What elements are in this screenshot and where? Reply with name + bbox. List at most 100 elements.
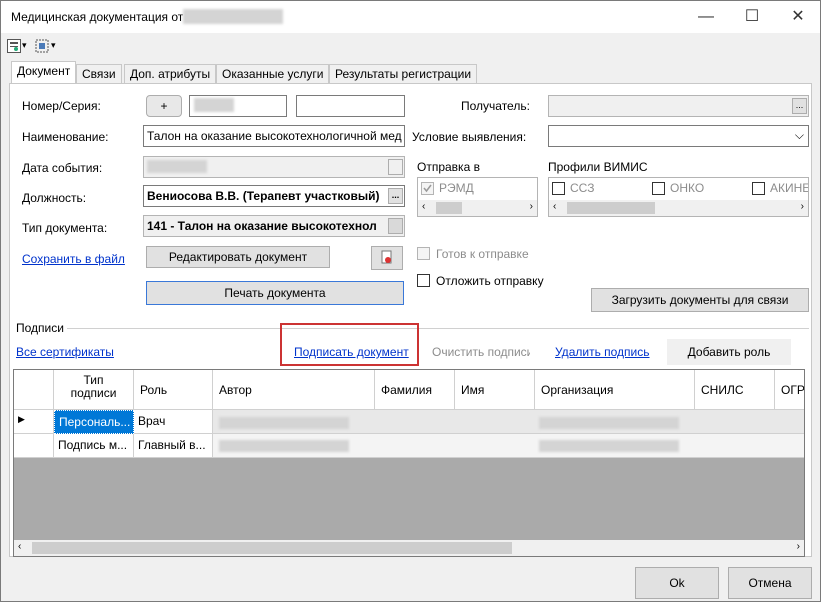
column-header[interactable]: Тип подписи	[54, 370, 134, 410]
akine-label: АКИНЕ	[770, 181, 809, 195]
maximize-button[interactable]: ☐	[729, 1, 775, 33]
tab-extra-attributes[interactable]: Доп. атрибуты	[124, 64, 217, 83]
ready-checkbox	[417, 247, 430, 260]
scroll-right-icon[interactable]: ›	[797, 541, 800, 552]
column-header[interactable]: ОГР	[775, 370, 804, 410]
delete-signature-link[interactable]: Удалить подпись	[555, 345, 650, 359]
event-date-label: Дата события:	[22, 161, 103, 175]
condition-label: Условие выявления:	[412, 130, 527, 144]
chevron-down-icon[interactable]: ▾	[22, 40, 27, 51]
toolbar: ▾ ▾	[1, 33, 820, 61]
redacted-org	[539, 440, 679, 452]
print-document-button[interactable]: Печать документа	[146, 281, 404, 305]
vimis-label: Профили ВИМИС	[548, 160, 648, 174]
send-to-scrollbar[interactable]: ‹ ›	[418, 200, 537, 216]
send-to-label: Отправка в	[417, 160, 480, 174]
minimize-button[interactable]: —	[683, 1, 729, 33]
tab-services[interactable]: Оказанные услуги	[216, 64, 330, 83]
column-header[interactable]: СНИЛС	[695, 370, 775, 410]
chevron-down-icon: ⌵	[794, 128, 804, 142]
position-label: Должность:	[22, 191, 87, 205]
signatures-label: Подписи	[16, 321, 64, 335]
row-header[interactable]	[14, 434, 54, 458]
position-value: Вениосова В.В. (Терапевт участковый)	[147, 189, 380, 203]
scroll-left-icon[interactable]: ‹	[553, 201, 556, 212]
ok-button[interactable]: Ok	[635, 567, 719, 599]
tab-links[interactable]: Связи	[76, 64, 122, 83]
scroll-thumb[interactable]	[567, 202, 655, 214]
column-header[interactable]: Фамилия	[375, 370, 455, 410]
add-number-button[interactable]: +	[146, 95, 182, 117]
table-cell[interactable]: Врач	[134, 410, 213, 434]
column-header[interactable]: Имя	[455, 370, 535, 410]
row-pointer-icon[interactable]: ▶	[14, 410, 54, 434]
window-title: Медицинская документация от	[11, 10, 184, 24]
send-to-list: РЭМД ‹ ›	[417, 177, 538, 217]
redacted-author	[219, 440, 349, 452]
table-scrollbar[interactable]: ‹ ›	[14, 540, 804, 556]
dialog-window: Медицинская документация от — ☐ ✕ ▾ ▾ До…	[0, 0, 821, 602]
ssz-label: ССЗ	[570, 181, 595, 195]
series-field[interactable]	[296, 95, 405, 117]
table-cell[interactable]: Подпись м...	[54, 434, 134, 458]
edit-document-button[interactable]: Редактировать документ	[146, 246, 330, 268]
all-certificates-link[interactable]: Все сертификаты	[16, 345, 114, 359]
column-header[interactable]: Роль	[134, 370, 213, 410]
column-header[interactable]: Автор	[213, 370, 375, 410]
print-preview-button[interactable]	[371, 246, 403, 270]
number-label: Номер/Серия:	[22, 99, 101, 113]
redacted-author	[219, 417, 349, 429]
highlight-frame	[280, 323, 419, 366]
calendar-icon	[388, 159, 403, 175]
scroll-thumb[interactable]	[32, 542, 512, 554]
redacted-date-value	[147, 160, 207, 173]
clear-signatures-link: Очистить подписи	[432, 345, 530, 359]
onko-checkbox[interactable]	[652, 182, 665, 195]
scroll-right-icon[interactable]: ›	[801, 201, 804, 212]
save-to-file-link[interactable]: Сохранить в файл	[22, 252, 125, 266]
redacted-date	[183, 9, 283, 24]
scroll-left-icon[interactable]: ‹	[18, 541, 21, 552]
redacted-number	[194, 98, 234, 112]
doc-type-label: Тип документа:	[22, 221, 108, 235]
signatures-table: Тип подписи Роль Автор Фамилия Имя Орган…	[13, 369, 805, 557]
tab-document[interactable]: Документ	[11, 61, 77, 84]
title-bar: Медицинская документация от — ☐ ✕	[1, 1, 820, 33]
browse-button: ...	[792, 98, 807, 114]
postpone-label: Отложить отправку	[436, 274, 544, 288]
redacted-org	[539, 417, 679, 429]
vimis-scrollbar[interactable]: ‹ ›	[549, 200, 808, 216]
name-field[interactable]: Талон на оказание высокотехнологичной ме…	[143, 125, 405, 147]
recipient-field: ...	[548, 95, 809, 117]
cancel-button[interactable]: Отмена	[728, 567, 812, 599]
scroll-right-icon[interactable]: ›	[530, 201, 533, 212]
document-icon[interactable]	[7, 39, 21, 53]
position-field[interactable]: Вениосова В.В. (Терапевт участковый) ...	[143, 185, 405, 207]
doc-type-value: 141 - Талон на оказание высокотехнол	[147, 219, 377, 233]
remd-checkbox	[421, 182, 434, 195]
postpone-checkbox[interactable]	[417, 274, 430, 287]
onko-label: ОНКО	[670, 181, 705, 195]
chevron-down-icon[interactable]: ▾	[51, 40, 56, 51]
remd-label: РЭМД	[439, 181, 474, 195]
ready-label: Готов к отправке	[436, 247, 529, 261]
table-cell[interactable]: Персональ...	[54, 410, 134, 434]
divider	[67, 328, 809, 329]
close-button[interactable]: ✕	[775, 1, 821, 33]
tab-registration-results[interactable]: Результаты регистрации	[329, 64, 478, 83]
load-docs-button[interactable]: Загрузить документы для связи	[591, 288, 809, 312]
document-print-icon	[381, 250, 392, 264]
column-header[interactable]: Организация	[535, 370, 695, 410]
row-header-corner	[14, 370, 54, 410]
condition-select[interactable]: ⌵	[548, 125, 809, 147]
scroll-thumb[interactable]	[436, 202, 462, 214]
doc-type-field: 141 - Талон на оказание высокотехнол	[143, 215, 405, 237]
scroll-left-icon[interactable]: ‹	[422, 201, 425, 212]
add-role-button[interactable]: Добавить роль	[667, 339, 791, 365]
layout-icon[interactable]	[35, 39, 49, 53]
recipient-label: Получатель:	[461, 99, 530, 113]
browse-button[interactable]: ...	[388, 188, 403, 204]
akine-checkbox[interactable]	[752, 182, 765, 195]
ssz-checkbox[interactable]	[552, 182, 565, 195]
table-cell[interactable]: Главный в...	[134, 434, 213, 458]
